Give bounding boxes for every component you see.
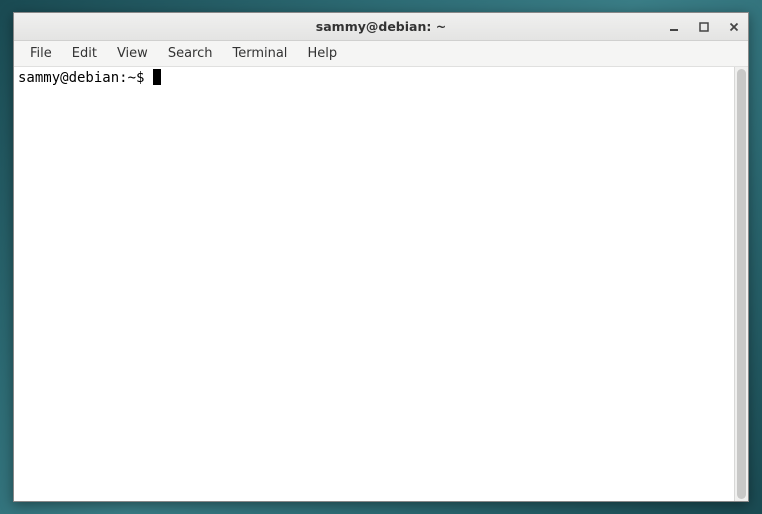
window-title: sammy@debian: ~ [14,19,748,34]
titlebar[interactable]: sammy@debian: ~ [14,13,748,41]
menu-view[interactable]: View [107,43,158,64]
menu-terminal[interactable]: Terminal [222,43,297,64]
window-controls [666,13,742,40]
terminal-area[interactable]: sammy@debian:~$ [14,67,748,501]
scrollbar-thumb[interactable] [737,69,746,499]
minimize-icon [669,22,679,32]
maximize-button[interactable] [696,19,712,35]
vertical-scrollbar[interactable] [734,67,748,501]
menu-search[interactable]: Search [158,43,223,64]
close-icon [729,22,739,32]
terminal-window: sammy@debian: ~ File Edit View [13,12,749,502]
terminal-prompt: sammy@debian:~$ [18,70,153,86]
maximize-icon [699,22,709,32]
minimize-button[interactable] [666,19,682,35]
menu-edit[interactable]: Edit [62,43,107,64]
menu-help[interactable]: Help [297,43,347,64]
close-button[interactable] [726,19,742,35]
terminal-cursor [153,69,161,85]
menu-file[interactable]: File [20,43,62,64]
terminal-content[interactable]: sammy@debian:~$ [14,67,734,501]
menubar: File Edit View Search Terminal Help [14,41,748,67]
